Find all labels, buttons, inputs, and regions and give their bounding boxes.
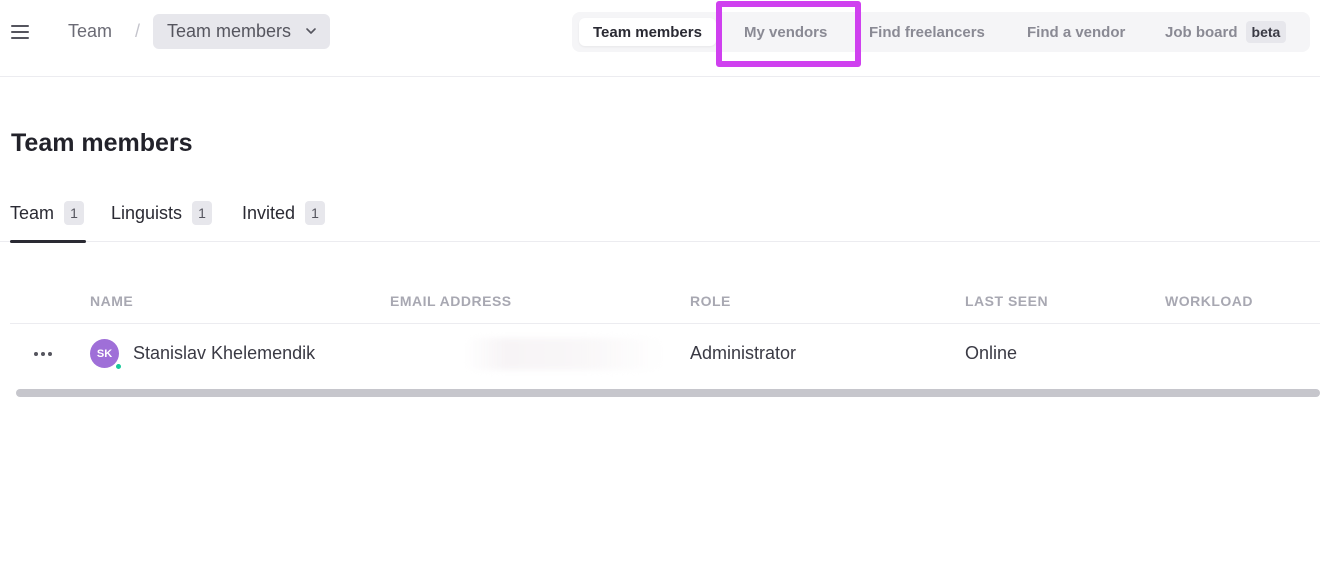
nav-team-members-label: Team members [593,23,702,41]
more-horizontal-icon[interactable] [34,346,54,362]
member-role: Administrator [690,343,797,363]
nav-my-vendors[interactable]: My vendors [744,18,827,46]
breadcrumb-team[interactable]: Team [68,21,112,42]
breadcrumb-team-members-dropdown[interactable]: Team members [153,14,330,49]
tab-team[interactable]: Team 1 [10,200,86,243]
column-header-name[interactable]: NAME [90,293,133,309]
nav-team-members[interactable]: Team members [579,18,716,46]
breadcrumb-current-label: Team members [167,21,292,41]
tab-linguists[interactable]: Linguists 1 [111,200,213,242]
nav-job-board[interactable]: Job board beta [1165,18,1287,46]
top-navigation: Team members My vendors Find freelancers… [572,12,1310,52]
member-tabs: Team 1 Linguists 1 Invited 1 [0,200,1320,243]
nav-find-freelancers[interactable]: Find freelancers [869,18,985,46]
nav-my-vendors-label: My vendors [744,23,828,41]
tab-linguists-label: Linguists [111,203,183,223]
column-header-workload[interactable]: WORKLOAD [1165,293,1253,309]
tab-linguists-count: 1 [192,201,213,225]
column-header-role[interactable]: ROLE [690,293,731,309]
beta-badge: beta [1245,21,1287,43]
online-status-dot [114,362,123,371]
tab-team-count: 1 [64,201,85,225]
nav-find-a-vendor[interactable]: Find a vendor [1027,18,1125,46]
top-bar: Team / Team members Team members My vend… [0,0,1320,77]
tab-team-label: Team [10,203,55,223]
nav-job-board-label: Job board [1165,23,1238,41]
member-name: Stanislav Khelemendik [133,343,316,363]
hamburger-menu-icon[interactable] [11,25,29,39]
horizontal-scrollbar[interactable] [16,389,1320,397]
member-last-seen: Online [965,343,1018,363]
nav-find-freelancers-label: Find freelancers [869,23,985,41]
table-row[interactable]: SK Stanislav Khelemendik Administrator O… [10,324,1320,384]
active-tab-indicator [10,240,86,243]
column-header-email[interactable]: EMAIL ADDRESS [390,293,512,309]
page-title: Team members [11,129,193,157]
chevron-down-icon [306,28,316,34]
nav-find-a-vendor-label: Find a vendor [1027,23,1126,41]
email-address-redacted [465,338,665,370]
tab-invited-count: 1 [305,201,326,225]
tab-invited[interactable]: Invited 1 [242,200,326,242]
tab-invited-label: Invited [242,203,296,223]
breadcrumb-separator: / [135,21,141,41]
column-header-last-seen[interactable]: LAST SEEN [965,293,1048,309]
